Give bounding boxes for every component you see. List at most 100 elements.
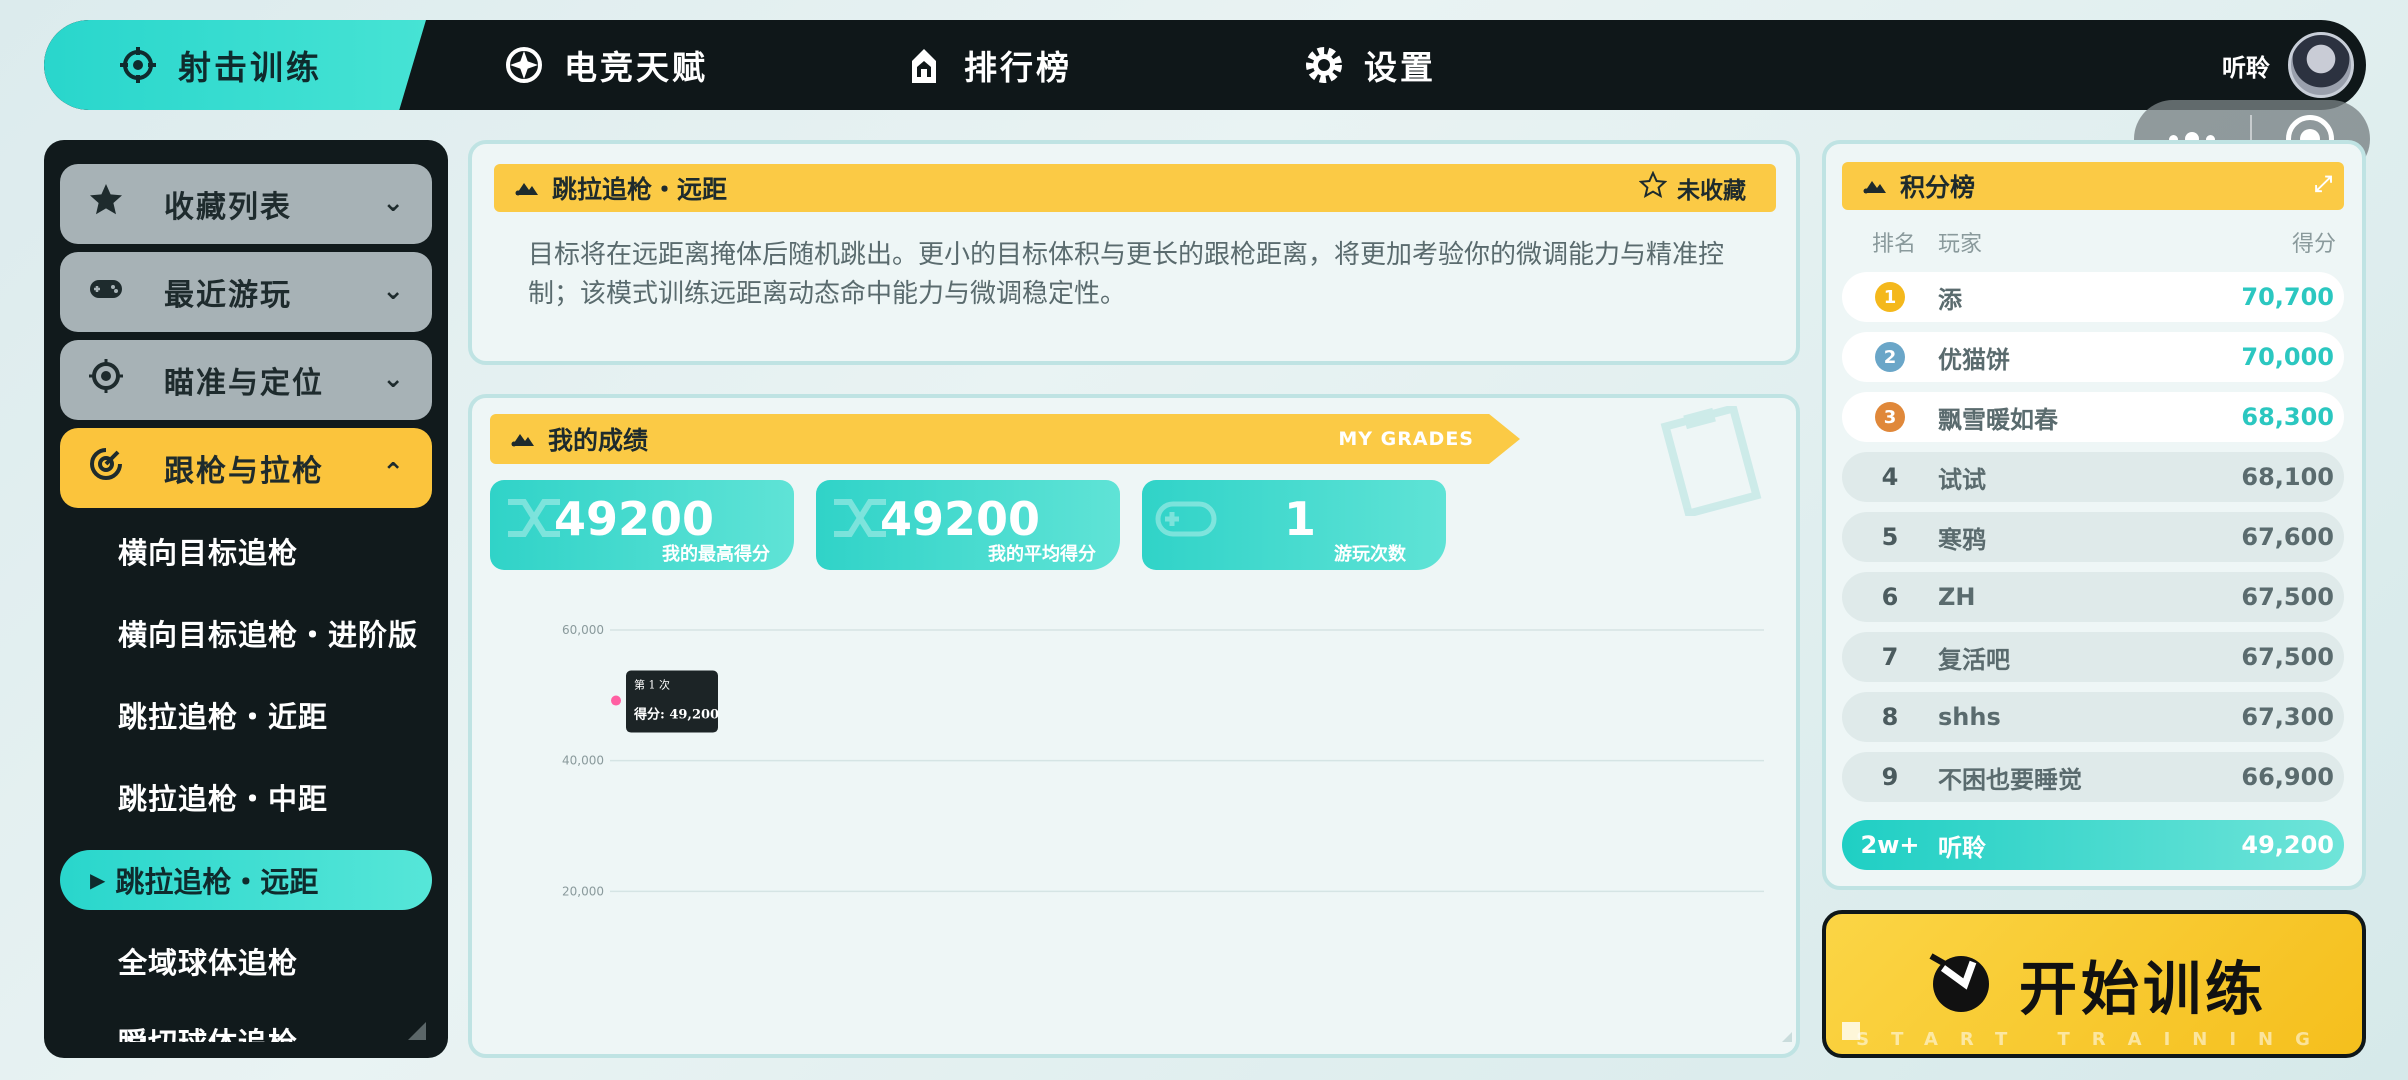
player-score: 67,500 [2241, 583, 2334, 611]
my-rank-row[interactable]: 2w+ 听聆 49,200 [1842, 820, 2344, 870]
sidebar-category-aim[interactable]: 瞄准与定位 ⌄ [60, 340, 432, 420]
avatar[interactable] [2288, 32, 2354, 98]
header-rank: 排名 [1872, 232, 1917, 257]
leaderboard-row[interactable]: 6 ZH 67,500 [1842, 572, 2344, 622]
chart-tooltip: 第 1 次得分: 49,200 [626, 670, 719, 733]
chevron-down-icon: ⌄ [382, 364, 406, 394]
player-score: 70,700 [2241, 283, 2334, 311]
header-player: 玩家 [1938, 232, 1983, 257]
header-score: 得分 [2291, 232, 2336, 257]
chevron-down-icon: ⌄ [382, 188, 406, 218]
leaderboard-row[interactable]: 7 复活吧 67,500 [1842, 632, 2344, 682]
leaderboard-row[interactable]: 1 添 70,700 [1842, 272, 2344, 322]
mode-title: 跳拉追枪・远距 [552, 175, 728, 204]
player-score: 68,100 [2241, 463, 2334, 491]
crosshair-icon [118, 45, 158, 85]
my-name: 听聆 [1938, 833, 1986, 862]
player-name: 优猫饼 [1938, 345, 2010, 374]
player-score: 67,300 [2241, 703, 2334, 731]
sidebar-item[interactable]: 全域球体追枪 [118, 940, 298, 982]
rank-number: 8 [1881, 703, 1899, 731]
mode-title-bar: 跳拉追枪・远距 未收藏 [494, 164, 1776, 212]
sidebar-item[interactable]: 瞬切球体追枪 [118, 1020, 298, 1042]
mode-description: 目标将在远距离掩体后随机跳出。更小的目标体积与更长的跟枪距离，将更加考验你的微调… [528, 240, 1725, 309]
play-indicator-icon: ▶ [90, 868, 106, 892]
y-tick-label: 60,000 [562, 623, 604, 637]
leaderboard-row[interactable]: 3 飘雪暖如春 68,300 [1842, 392, 2344, 442]
leaderboard-title-bar: 积分榜 ⤢ [1842, 162, 2344, 210]
player-name: 不困也要睡觉 [1938, 765, 2082, 794]
my-rank: 2w+ [1860, 831, 1920, 859]
player-score: 70,000 [2241, 343, 2334, 371]
sidebar: 收藏列表 ⌄ 最近游玩 ⌄ 瞄准与定位 ⌄ 跟枪与拉枪 ⌃ 横向目标追枪 横向目… [44, 140, 448, 1058]
player-name: 试试 [1938, 465, 1986, 494]
sidebar-category-label: 跟枪与拉枪 [164, 454, 324, 489]
nav-tab-settings[interactable]: 设置 [1304, 20, 1436, 110]
resize-corner-icon [1782, 1032, 1792, 1042]
user-profile[interactable]: 听聆 [2222, 20, 2354, 110]
favorite-toggle[interactable]: 未收藏 [1638, 164, 1746, 212]
tooltip-title: 第 1 次 [634, 678, 670, 692]
nav-tab-esports-talent[interactable]: 电竞天赋 [504, 20, 708, 110]
medal-icon: 3 [1875, 402, 1905, 432]
rank-number: 5 [1881, 523, 1899, 551]
nav-tab-label: 射击训练 [178, 48, 322, 87]
sidebar-category-tracking[interactable]: 跟枪与拉枪 ⌃ [60, 428, 432, 508]
score-chart: 60,000 40,000 20,000 第 1 次得分: 49,200 [562, 623, 1792, 1042]
medal-icon: 2 [1875, 342, 1905, 372]
player-score: 66,900 [2241, 763, 2334, 791]
leaderboard-row[interactable]: 2 优猫饼 70,000 [1842, 332, 2344, 382]
top-nav: 射击训练 电竞天赋 排行榜 设置 听聆 [44, 20, 2366, 110]
player-name: shhs [1938, 703, 2001, 731]
sidebar-item[interactable]: 横向目标追枪・进阶版 [118, 612, 418, 654]
nav-tab-label: 设置 [1364, 48, 1436, 87]
chevron-up-icon: ⌃ [382, 458, 406, 488]
start-training-button[interactable]: 开始训练 START TRAINING [1822, 910, 2366, 1058]
gamepad-icon [88, 270, 124, 314]
my-score: 49,200 [2241, 831, 2334, 859]
my-grades-card: 我的成绩 MY GRADES 49200 我的最高得分 49200 我的平均得分… [468, 394, 1800, 1058]
gear-icon [1304, 45, 1344, 85]
star-outline-icon [1638, 170, 1668, 205]
aim-icon [88, 358, 124, 402]
start-logo-icon [1921, 942, 2001, 1026]
expand-icon[interactable]: ⤢ [2314, 172, 2332, 197]
rank-number: 7 [1881, 643, 1899, 671]
sidebar-item[interactable]: 横向目标追枪 [118, 530, 298, 572]
leaderboard-row[interactable]: 8 shhs 67,300 [1842, 692, 2344, 742]
y-tick-label: 20,000 [562, 884, 604, 898]
chart-data-point[interactable] [611, 695, 621, 706]
rank-number: 4 [1881, 463, 1899, 491]
sidebar-category-label: 最近游玩 [164, 278, 292, 313]
sidebar-category-label: 收藏列表 [164, 190, 292, 225]
leaderboard-card: 积分榜 ⤢ 排名 玩家 得分 1 添 70,700 2 优猫饼 70,000 3 飘雪暖如春 6… [1822, 140, 2366, 890]
leaderboard-row[interactable]: 9 不困也要睡觉 66,900 [1842, 752, 2344, 802]
mountain-icon [1862, 172, 1888, 201]
leaderboard-row[interactable]: 5 寒鸦 67,600 [1842, 512, 2344, 562]
leaderboard-row[interactable]: 4 试试 68,100 [1842, 452, 2344, 502]
rank-number: 6 [1881, 583, 1899, 611]
player-name: 飘雪暖如春 [1938, 405, 2058, 434]
player-score: 67,600 [2241, 523, 2334, 551]
corner-mark-icon [1842, 1022, 1860, 1040]
sidebar-item[interactable]: 跳拉追枪・近距 [118, 694, 328, 736]
start-label-en: START TRAINING [1856, 1029, 2332, 1050]
trophy-icon [904, 45, 944, 85]
compass-icon [504, 45, 544, 85]
sidebar-item-selected[interactable]: ▶ 跳拉追枪・远距 [60, 850, 432, 910]
username: 听聆 [2222, 53, 2270, 82]
nav-tab-shooting-training[interactable]: 射击训练 [118, 20, 322, 110]
y-tick-label: 40,000 [562, 754, 604, 768]
sidebar-category-recent[interactable]: 最近游玩 ⌄ [60, 252, 432, 332]
sidebar-category-favorites[interactable]: 收藏列表 ⌄ [60, 164, 432, 244]
sidebar-category-label: 瞄准与定位 [164, 366, 324, 401]
rank-medal-icon: 1 [1842, 282, 1938, 312]
nav-tab-label: 电竞天赋 [564, 48, 708, 87]
nav-tab-leaderboard[interactable]: 排行榜 [904, 20, 1072, 110]
rank-medal-icon: 2 [1842, 342, 1938, 372]
star-icon [88, 182, 124, 226]
rank-medal-icon: 3 [1842, 402, 1938, 432]
tracking-icon [88, 446, 124, 490]
mode-description-card: 跳拉追枪・远距 未收藏 目标将在远距离掩体后随机跳出。更小的目标体积与更长的跟枪… [468, 140, 1800, 365]
sidebar-item[interactable]: 跳拉追枪・中距 [118, 776, 328, 818]
